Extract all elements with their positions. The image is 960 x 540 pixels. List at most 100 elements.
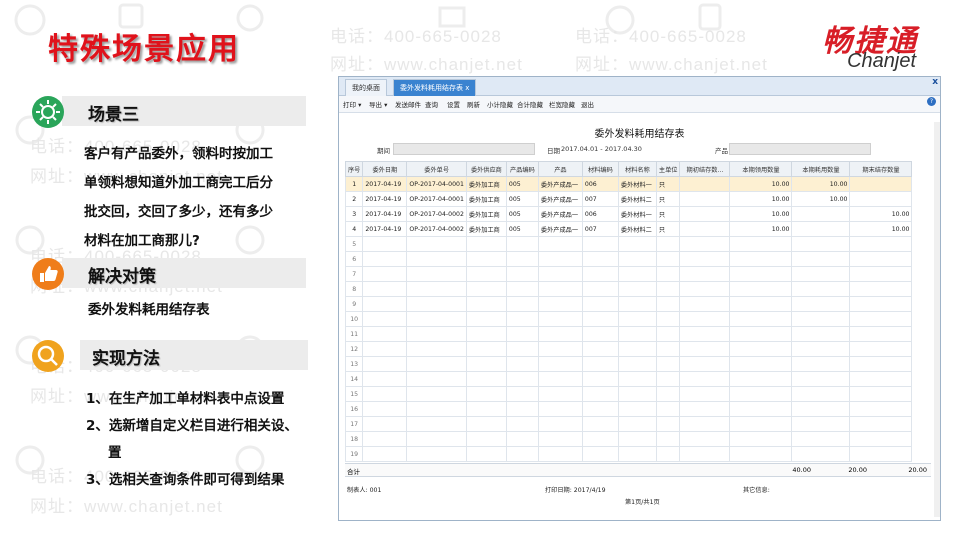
table-cell: 委外材料二 [617,221,657,237]
table-row[interactable]: 1 2017-04-19 OP-2017-04-0001 委外加工商 005 委外产成品一… [344,176,913,192]
exit-button[interactable]: 退出 [581,99,594,109]
hide-column-width-button[interactable]: 栏宽隐藏 [549,99,575,109]
column-header[interactable]: 产品 [537,161,583,177]
period-label: 期间 [377,147,390,155]
table-cell [581,296,619,312]
column-header[interactable]: 产品编码 [505,161,539,177]
table-cell [729,236,793,252]
empty-table-row[interactable]: 16 [344,401,913,417]
product-field[interactable] [729,143,871,155]
empty-table-row[interactable]: 6 [344,251,913,267]
table-cell [849,176,913,192]
table-cell [729,416,793,432]
empty-table-row[interactable]: 11 [344,326,913,342]
table-cell [505,281,539,297]
empty-table-row[interactable]: 18 [344,431,913,447]
watermark-phone: 电话：400-665-0028 [330,27,502,46]
refresh-button[interactable]: 刷新 [467,99,480,109]
table-cell [617,236,657,252]
table-row[interactable]: 3 2017-04-19 OP-2017-04-0002 委外加工商 005 委外产成品一… [344,206,913,222]
table-cell: 006 [581,176,619,192]
solution-text: 委外发料耗用结存表 [88,302,210,318]
close-tab-icon[interactable]: x [465,84,469,92]
table-cell [791,326,851,342]
column-header[interactable]: 本期耗用数量 [791,161,851,177]
column-header[interactable]: 材料编码 [581,161,619,177]
close-window-icon[interactable]: x [932,77,938,87]
empty-table-row[interactable]: 13 [344,356,913,372]
section-title-solution: 解决对策 [88,267,156,287]
table-cell [581,266,619,282]
table-cell [406,341,467,357]
export-button[interactable]: 导出 ▾ [369,99,387,109]
hide-subtotal-button[interactable]: 小计隐藏 [487,99,513,109]
table-cell: OP-2017-04-0001 [406,176,467,192]
column-header[interactable]: 期初结存数... [679,161,731,177]
column-header[interactable]: 委外日期 [362,161,408,177]
empty-table-row[interactable]: 10 [344,311,913,327]
empty-table-row[interactable]: 19 [344,446,913,462]
table-row[interactable]: 2 2017-04-19 OP-2017-04-0001 委外加工商 005 委外产成品一… [344,191,913,207]
totals-received: 40.00 [792,466,811,474]
tab-report[interactable]: 委外发料耗用结存表 x [393,79,477,96]
empty-table-row[interactable]: 14 [344,371,913,387]
table-cell: 委外产成品一 [537,221,583,237]
table-cell [581,326,619,342]
empty-table-row[interactable]: 17 [344,416,913,432]
totals-label: 合计 [347,468,360,476]
send-email-button[interactable]: 发送邮件 [395,99,421,109]
table-cell: 005 [505,191,539,207]
help-icon[interactable]: ? [927,97,936,106]
empty-table-row[interactable]: 8 [344,281,913,297]
watermark-website: 网址：www.chanjet.net [30,497,223,516]
print-button[interactable]: 打印 ▾ [343,99,361,109]
watermark-phone: 电话：400-665-0028 [575,27,747,46]
empty-table-row[interactable]: 12 [344,341,913,357]
settings-button[interactable]: 设置 [447,99,460,109]
column-header[interactable]: 期末结存数量 [849,161,913,177]
table-cell [791,371,851,387]
column-header[interactable]: 材料名称 [617,161,657,177]
table-cell [791,401,851,417]
table-cell: 委外加工商 [465,206,507,222]
table-cell [505,371,539,387]
toolbar: 打印 ▾ 导出 ▾ 发送邮件 查询 设置 刷新 小计隐藏 合计隐藏 栏宽隐藏 退… [339,96,940,113]
tab-my-desktop[interactable]: 我的桌面 [345,79,387,96]
slide-title: 特殊场景应用 [48,32,240,67]
table-cell [729,326,793,342]
table-cell [679,221,731,237]
table-cell [849,311,913,327]
table-cell: 委外产成品一 [537,191,583,207]
period-field[interactable] [393,143,535,155]
empty-table-row[interactable]: 9 [344,296,913,312]
table-row[interactable]: 4 2017-04-19 OP-2017-04-0002 委外加工商 005 委外产成品一… [344,221,913,237]
table-cell: 13 [344,356,364,372]
column-header[interactable]: 委外供应商 [465,161,507,177]
column-header[interactable]: 序号 [344,161,364,177]
table-cell [362,371,408,387]
table-cell [362,281,408,297]
table-cell [581,446,619,462]
empty-table-row[interactable]: 7 [344,266,913,282]
table-cell [849,296,913,312]
table-cell [362,386,408,402]
table-cell: 只 [655,191,681,207]
column-header[interactable]: 本期领用数量 [729,161,793,177]
table-cell: 委外材料一 [617,206,657,222]
table-cell [729,266,793,282]
table-cell [679,296,731,312]
table-cell [406,446,467,462]
table-cell [791,266,851,282]
table-cell [581,341,619,357]
table-cell [679,206,731,222]
table-cell [849,266,913,282]
column-header[interactable]: 委外单号 [406,161,467,177]
table-cell [679,386,731,402]
column-header[interactable]: 主单位 [655,161,681,177]
query-button[interactable]: 查询 [425,99,438,109]
vertical-scrollbar[interactable] [934,122,940,517]
empty-table-row[interactable]: 5 [344,236,913,252]
hide-total-button[interactable]: 合计隐藏 [517,99,543,109]
empty-table-row[interactable]: 15 [344,386,913,402]
table-cell [729,341,793,357]
